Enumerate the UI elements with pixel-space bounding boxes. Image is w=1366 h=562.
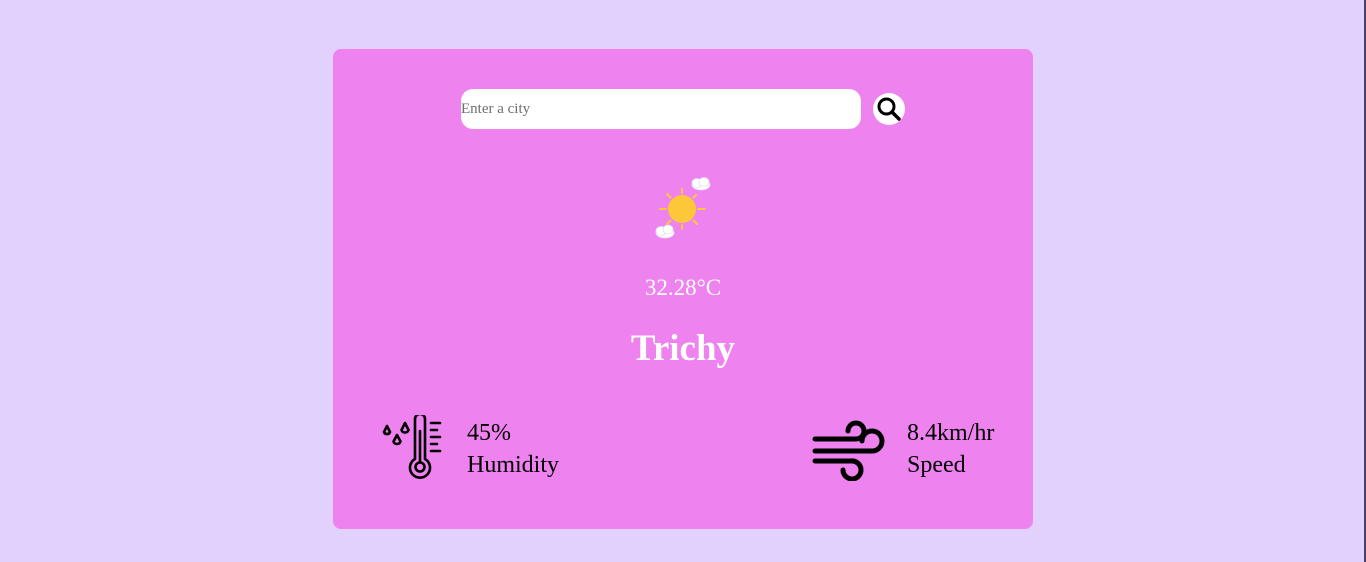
sun-with-clouds-icon	[655, 177, 711, 239]
wind-icon	[812, 420, 885, 481]
wind-speed-label: Speed	[907, 452, 966, 478]
wind-block: 8.4km/hr Speed	[907, 417, 994, 481]
temperature: 32.28°C	[644, 275, 722, 300]
humidity-label: Humidity	[467, 452, 560, 478]
search-button[interactable]	[873, 93, 905, 125]
humidity-value: 45%	[467, 420, 511, 446]
humidity-block: 45% Humidity	[467, 417, 559, 481]
search-icon	[877, 97, 901, 121]
wind-speed-value: 8.4km/hr	[907, 420, 995, 446]
humidity-thermometer-icon	[382, 415, 442, 479]
weather-card: 32.28°C Trichy 45% Humidity 8.4km/hr	[333, 49, 1033, 529]
city-name: Trichy	[630, 328, 736, 369]
city-search-input[interactable]	[461, 89, 861, 129]
